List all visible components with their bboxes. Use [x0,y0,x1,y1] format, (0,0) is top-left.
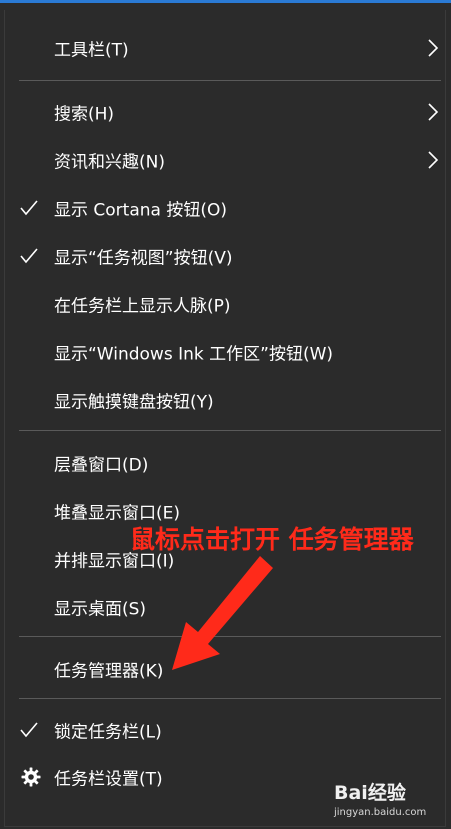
red-arrow-icon [172,556,273,670]
watermark-url: jingyan.baidu.com [334,807,427,818]
screenshot-frame: 工具栏(T) 搜索(H) 资讯和兴趣(N) 显示 Cortana 按钮(O) 显… [0,0,451,829]
baidu-jingyan-watermark: Bai经验 jingyan.baidu.com [330,774,440,824]
menu-item-label: 显示“Windows Ink 工作区”按钮(W) [54,344,334,365]
menu-item-label: 搜索(H) [54,104,115,125]
menu-item-show-cortana-button[interactable]: 显示 Cortana 按钮(O) [5,184,445,232]
checkmark-icon [20,200,38,216]
watermark-logo-text: Bai经验 [334,782,406,804]
menu-item-label: 工具栏(T) [54,40,129,61]
menu-item-toolbars[interactable]: 工具栏(T) [5,24,445,72]
menu-item-label: 资讯和兴趣(N) [54,152,165,173]
menu-item-label: 显示桌面(S) [54,599,147,620]
menu-separator [19,698,441,699]
menu-item-cascade-windows[interactable]: 层叠窗口(D) [5,439,445,487]
menu-item-label: 显示 Cortana 按钮(O) [54,200,227,221]
menu-item-show-ink-workspace-button[interactable]: 显示“Windows Ink 工作区”按钮(W) [5,328,445,376]
menu-item-label: 任务管理器(K) [54,661,164,682]
menu-item-label: 锁定任务栏(L) [54,722,162,743]
checkmark-icon [20,248,38,264]
menu-item-label: 层叠窗口(D) [54,455,149,476]
chevron-right-icon [428,151,439,169]
menu-item-show-people[interactable]: 在任务栏上显示人脉(P) [5,280,445,328]
menu-separator [19,430,441,431]
menu-item-show-touch-keyboard-button[interactable]: 显示触摸键盘按钮(Y) [5,376,445,424]
gear-icon [21,767,41,787]
menu-item-label: 在任务栏上显示人脉(P) [54,296,231,317]
taskbar-context-menu: 工具栏(T) 搜索(H) 资讯和兴趣(N) 显示 Cortana 按钮(O) 显… [4,10,446,827]
window-top-strip [0,0,451,3]
chevron-right-icon [428,103,439,121]
menu-item-label: 任务栏设置(T) [54,769,163,790]
menu-item-show-task-view-button[interactable]: 显示“任务视图”按钮(V) [5,232,445,280]
menu-item-label: 显示触摸键盘按钮(Y) [54,392,214,413]
menu-item-news-interests[interactable]: 资讯和兴趣(N) [5,136,445,184]
menu-item-lock-taskbar[interactable]: 锁定任务栏(L) [5,706,445,754]
checkmark-icon [20,722,38,738]
menu-item-search[interactable]: 搜索(H) [5,88,445,136]
chevron-right-icon [428,39,439,57]
menu-separator [19,80,441,81]
menu-item-label: 显示“任务视图”按钮(V) [54,248,233,269]
